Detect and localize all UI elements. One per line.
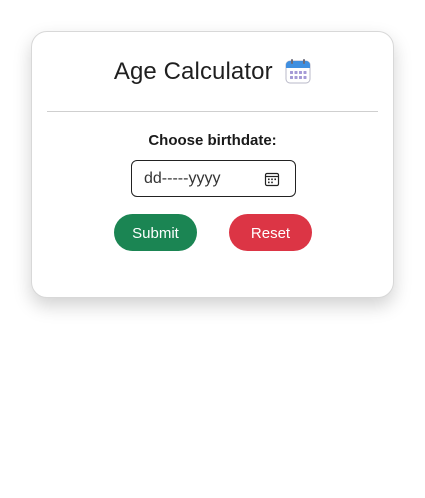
calendar-icon: [285, 58, 311, 84]
page-title: Age Calculator: [113, 58, 273, 85]
birthdate-input[interactable]: dd-----yyyy: [131, 160, 296, 197]
reset-button[interactable]: Reset: [229, 214, 312, 251]
divider: [47, 111, 378, 112]
header: Age Calculator: [32, 58, 393, 92]
birthdate-input-value: dd-----yyyy: [144, 170, 221, 187]
calendar-picker-icon[interactable]: [264, 171, 280, 187]
submit-button[interactable]: Submit: [114, 214, 197, 251]
age-calculator-card: Age Calculator Choose birthdate: dd-----…: [31, 31, 394, 298]
birthdate-label: Choose birthdate:: [148, 132, 277, 149]
